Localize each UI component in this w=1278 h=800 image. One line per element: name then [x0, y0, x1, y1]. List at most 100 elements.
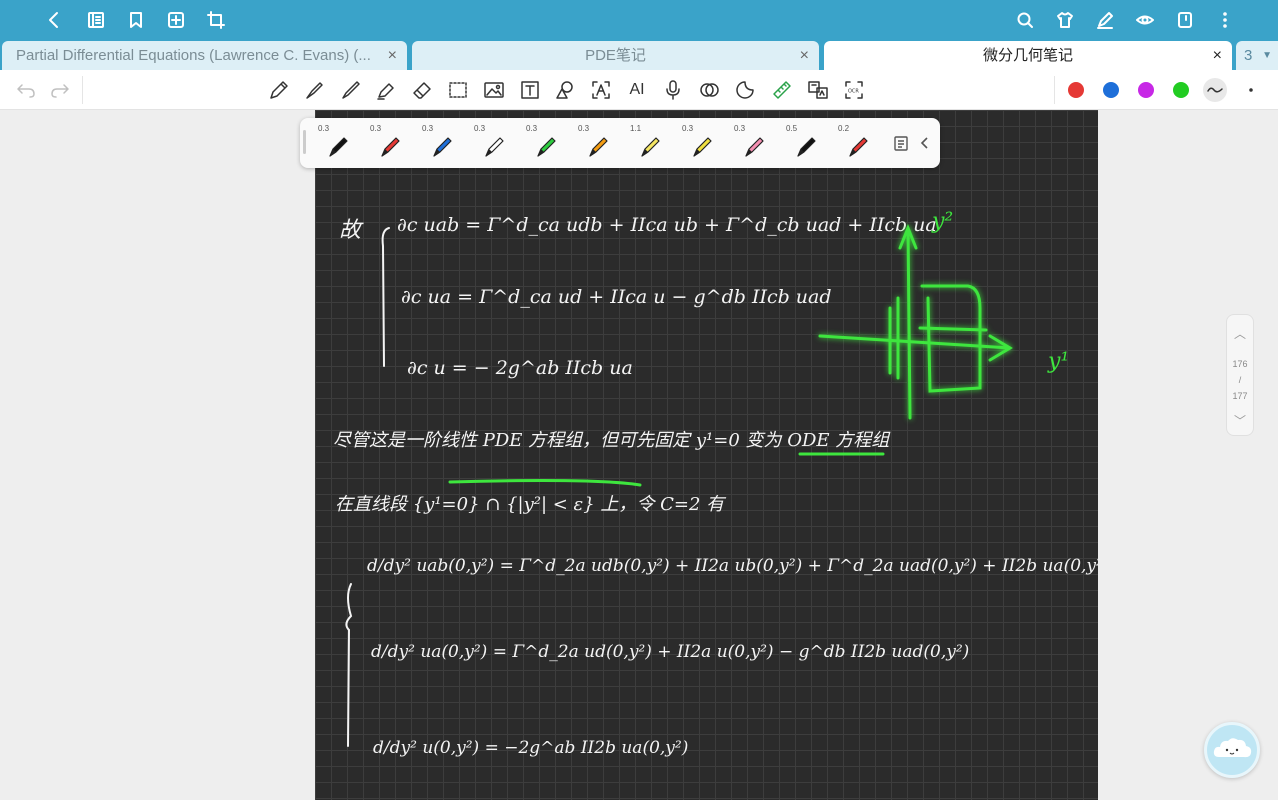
- axis-label-y2: y²: [931, 209, 953, 234]
- back-icon[interactable]: [42, 8, 66, 32]
- pen-tray: 0.3 0.3 0.3 0.3 0.3 0.3 1.1 0.3 0.3 0.5 0.2: [300, 118, 940, 168]
- left-brace: [381, 227, 390, 367]
- pen-preset[interactable]: 0.3: [570, 118, 620, 168]
- tab-label: 微分几何笔记: [982, 47, 1073, 64]
- layout-icon[interactable]: [1173, 8, 1197, 32]
- highlighter-tool-icon[interactable]: [374, 78, 398, 102]
- chevron-down-icon[interactable]: ﹀: [1227, 412, 1253, 429]
- translate-icon[interactable]: [806, 78, 830, 102]
- shape-tool-icon[interactable]: [553, 78, 577, 102]
- dropdown-icon: ▼: [1262, 50, 1272, 61]
- redo-icon[interactable]: [48, 78, 72, 102]
- more-options-icon[interactable]: [1239, 78, 1263, 102]
- fountain-pen-tool-icon[interactable]: [303, 78, 327, 102]
- image-insert-icon[interactable]: [482, 78, 506, 102]
- color-swatch-blue[interactable]: [1103, 82, 1119, 98]
- lasso-select-icon[interactable]: [446, 78, 470, 102]
- ode-equation-2: d/dy² ua(0,y²) = Γ^d_2a ud(0,y²) + II2a …: [371, 642, 970, 662]
- ballpoint-pen-tool-icon[interactable]: [339, 78, 363, 102]
- drawing-toolbar: AI OCR: [0, 70, 1278, 110]
- ode-equation-3: d/dy² u(0,y²) = −2g^ab II2b ua(0,y²): [373, 738, 689, 758]
- more-icon[interactable]: [1213, 8, 1237, 32]
- pen-preset[interactable]: 0.5: [778, 118, 828, 168]
- pen-icon: [537, 137, 556, 157]
- axis-label-y1: y¹: [1047, 349, 1069, 374]
- divider: [82, 76, 83, 104]
- green-underline-short: [798, 452, 885, 456]
- equation-line-2: ∂c ua = Γ^d_ca ud + IIca u − g^db IIcb u…: [401, 286, 832, 308]
- ocr-icon[interactable]: OCR: [842, 78, 866, 102]
- close-icon[interactable]: ×: [800, 41, 809, 70]
- top-app-bar: [0, 0, 1278, 40]
- ode-equation-1: d/dy² uab(0,y²) = Γ^d_2a udb(0,y²) + II2…: [367, 556, 1098, 576]
- handwritten-notes: 故 ∂c uab = Γ^d_ca udb + IIca ub + Γ^d_cb…: [315, 110, 1098, 800]
- text-box-icon[interactable]: [518, 78, 542, 102]
- search-icon[interactable]: [1013, 8, 1037, 32]
- outline-icon[interactable]: [84, 8, 108, 32]
- pen-icon: [485, 137, 504, 157]
- bookmark-icon[interactable]: [124, 8, 148, 32]
- chevron-up-icon[interactable]: ︿: [1227, 325, 1253, 342]
- green-underlines: [448, 479, 642, 487]
- tab-pde-notes[interactable]: PDE笔记 ×: [412, 41, 819, 70]
- pen-preset[interactable]: 0.3: [362, 118, 412, 168]
- clipboard-icon[interactable]: [892, 134, 910, 152]
- pen-icon: [641, 137, 660, 157]
- pen-icon: [797, 137, 816, 157]
- tab-evans-pdf[interactable]: Partial Differential Equations (Lawrence…: [2, 41, 407, 70]
- pen-preset[interactable]: 0.3: [310, 118, 360, 168]
- assistant-cloud-button[interactable]: [1204, 722, 1260, 778]
- undo-icon[interactable]: [14, 78, 38, 102]
- pen-icon: [381, 137, 400, 157]
- left-brace-2: [345, 583, 353, 747]
- text-recognition-icon[interactable]: [589, 78, 613, 102]
- pen-preset[interactable]: 0.3: [466, 118, 516, 168]
- svg-text:OCR: OCR: [848, 89, 859, 95]
- drag-handle[interactable]: [303, 130, 306, 154]
- pen-icon: [693, 137, 712, 157]
- pen-mode-icon[interactable]: [1093, 8, 1117, 32]
- ruler-tool-icon[interactable]: [770, 78, 794, 102]
- pen-preset[interactable]: 0.3: [726, 118, 776, 168]
- math-formula-icon[interactable]: [697, 78, 721, 102]
- page-navigator: ︿ 176 / 177 ﹀: [1226, 314, 1254, 436]
- pen-preset[interactable]: 1.1: [622, 118, 672, 168]
- color-swatch-green[interactable]: [1173, 82, 1189, 98]
- ai-tool-button[interactable]: AI: [625, 78, 649, 102]
- pen-icon: [745, 137, 764, 157]
- equation-line-3: ∂c u = − 2g^ab IIcb ua: [407, 357, 633, 379]
- sticker-icon[interactable]: [733, 78, 757, 102]
- current-page: 176: [1232, 359, 1248, 369]
- pen-icon: [849, 137, 868, 157]
- color-swatch-purple[interactable]: [1138, 82, 1154, 98]
- theme-shirt-icon[interactable]: [1053, 8, 1077, 32]
- microphone-icon[interactable]: [661, 78, 685, 102]
- cloud-mascot-icon: [1213, 738, 1252, 758]
- tab-label: PDE笔记: [585, 47, 646, 64]
- page-separator: /: [1238, 375, 1242, 385]
- eraser-tool-icon[interactable]: [410, 78, 434, 102]
- note-prefix: 故: [339, 218, 362, 243]
- pen-icon: [589, 137, 608, 157]
- close-icon[interactable]: ×: [388, 41, 397, 70]
- color-swatch-red[interactable]: [1068, 82, 1084, 98]
- pen-preset[interactable]: 0.3: [414, 118, 464, 168]
- divider: [1054, 76, 1055, 104]
- collapse-tray-icon[interactable]: [918, 134, 932, 152]
- pen-preset[interactable]: 0.2: [830, 118, 880, 168]
- tab-differential-geometry-notes[interactable]: 微分几何笔记 ×: [824, 41, 1232, 70]
- tab-bar: Partial Differential Equations (Lawrence…: [0, 40, 1278, 70]
- crop-icon[interactable]: [204, 8, 228, 32]
- tab-label: Partial Differential Equations (Lawrence…: [16, 47, 371, 64]
- pen-preset[interactable]: 0.3: [518, 118, 568, 168]
- close-icon[interactable]: ×: [1213, 41, 1222, 70]
- coordinate-sketch: y² y¹: [818, 209, 1069, 420]
- notebook-page[interactable]: 故 ∂c uab = Γ^d_ca udb + IIca ub + Γ^d_cb…: [315, 110, 1098, 800]
- total-pages: 177: [1232, 391, 1248, 401]
- pen-preset[interactable]: 0.3: [674, 118, 724, 168]
- stroke-style-icon[interactable]: [1203, 78, 1227, 102]
- add-page-icon[interactable]: [164, 8, 188, 32]
- eye-icon[interactable]: [1133, 8, 1157, 32]
- tab-overflow-count[interactable]: 3 ▼: [1236, 41, 1278, 70]
- pencil-tool-icon[interactable]: [267, 78, 291, 102]
